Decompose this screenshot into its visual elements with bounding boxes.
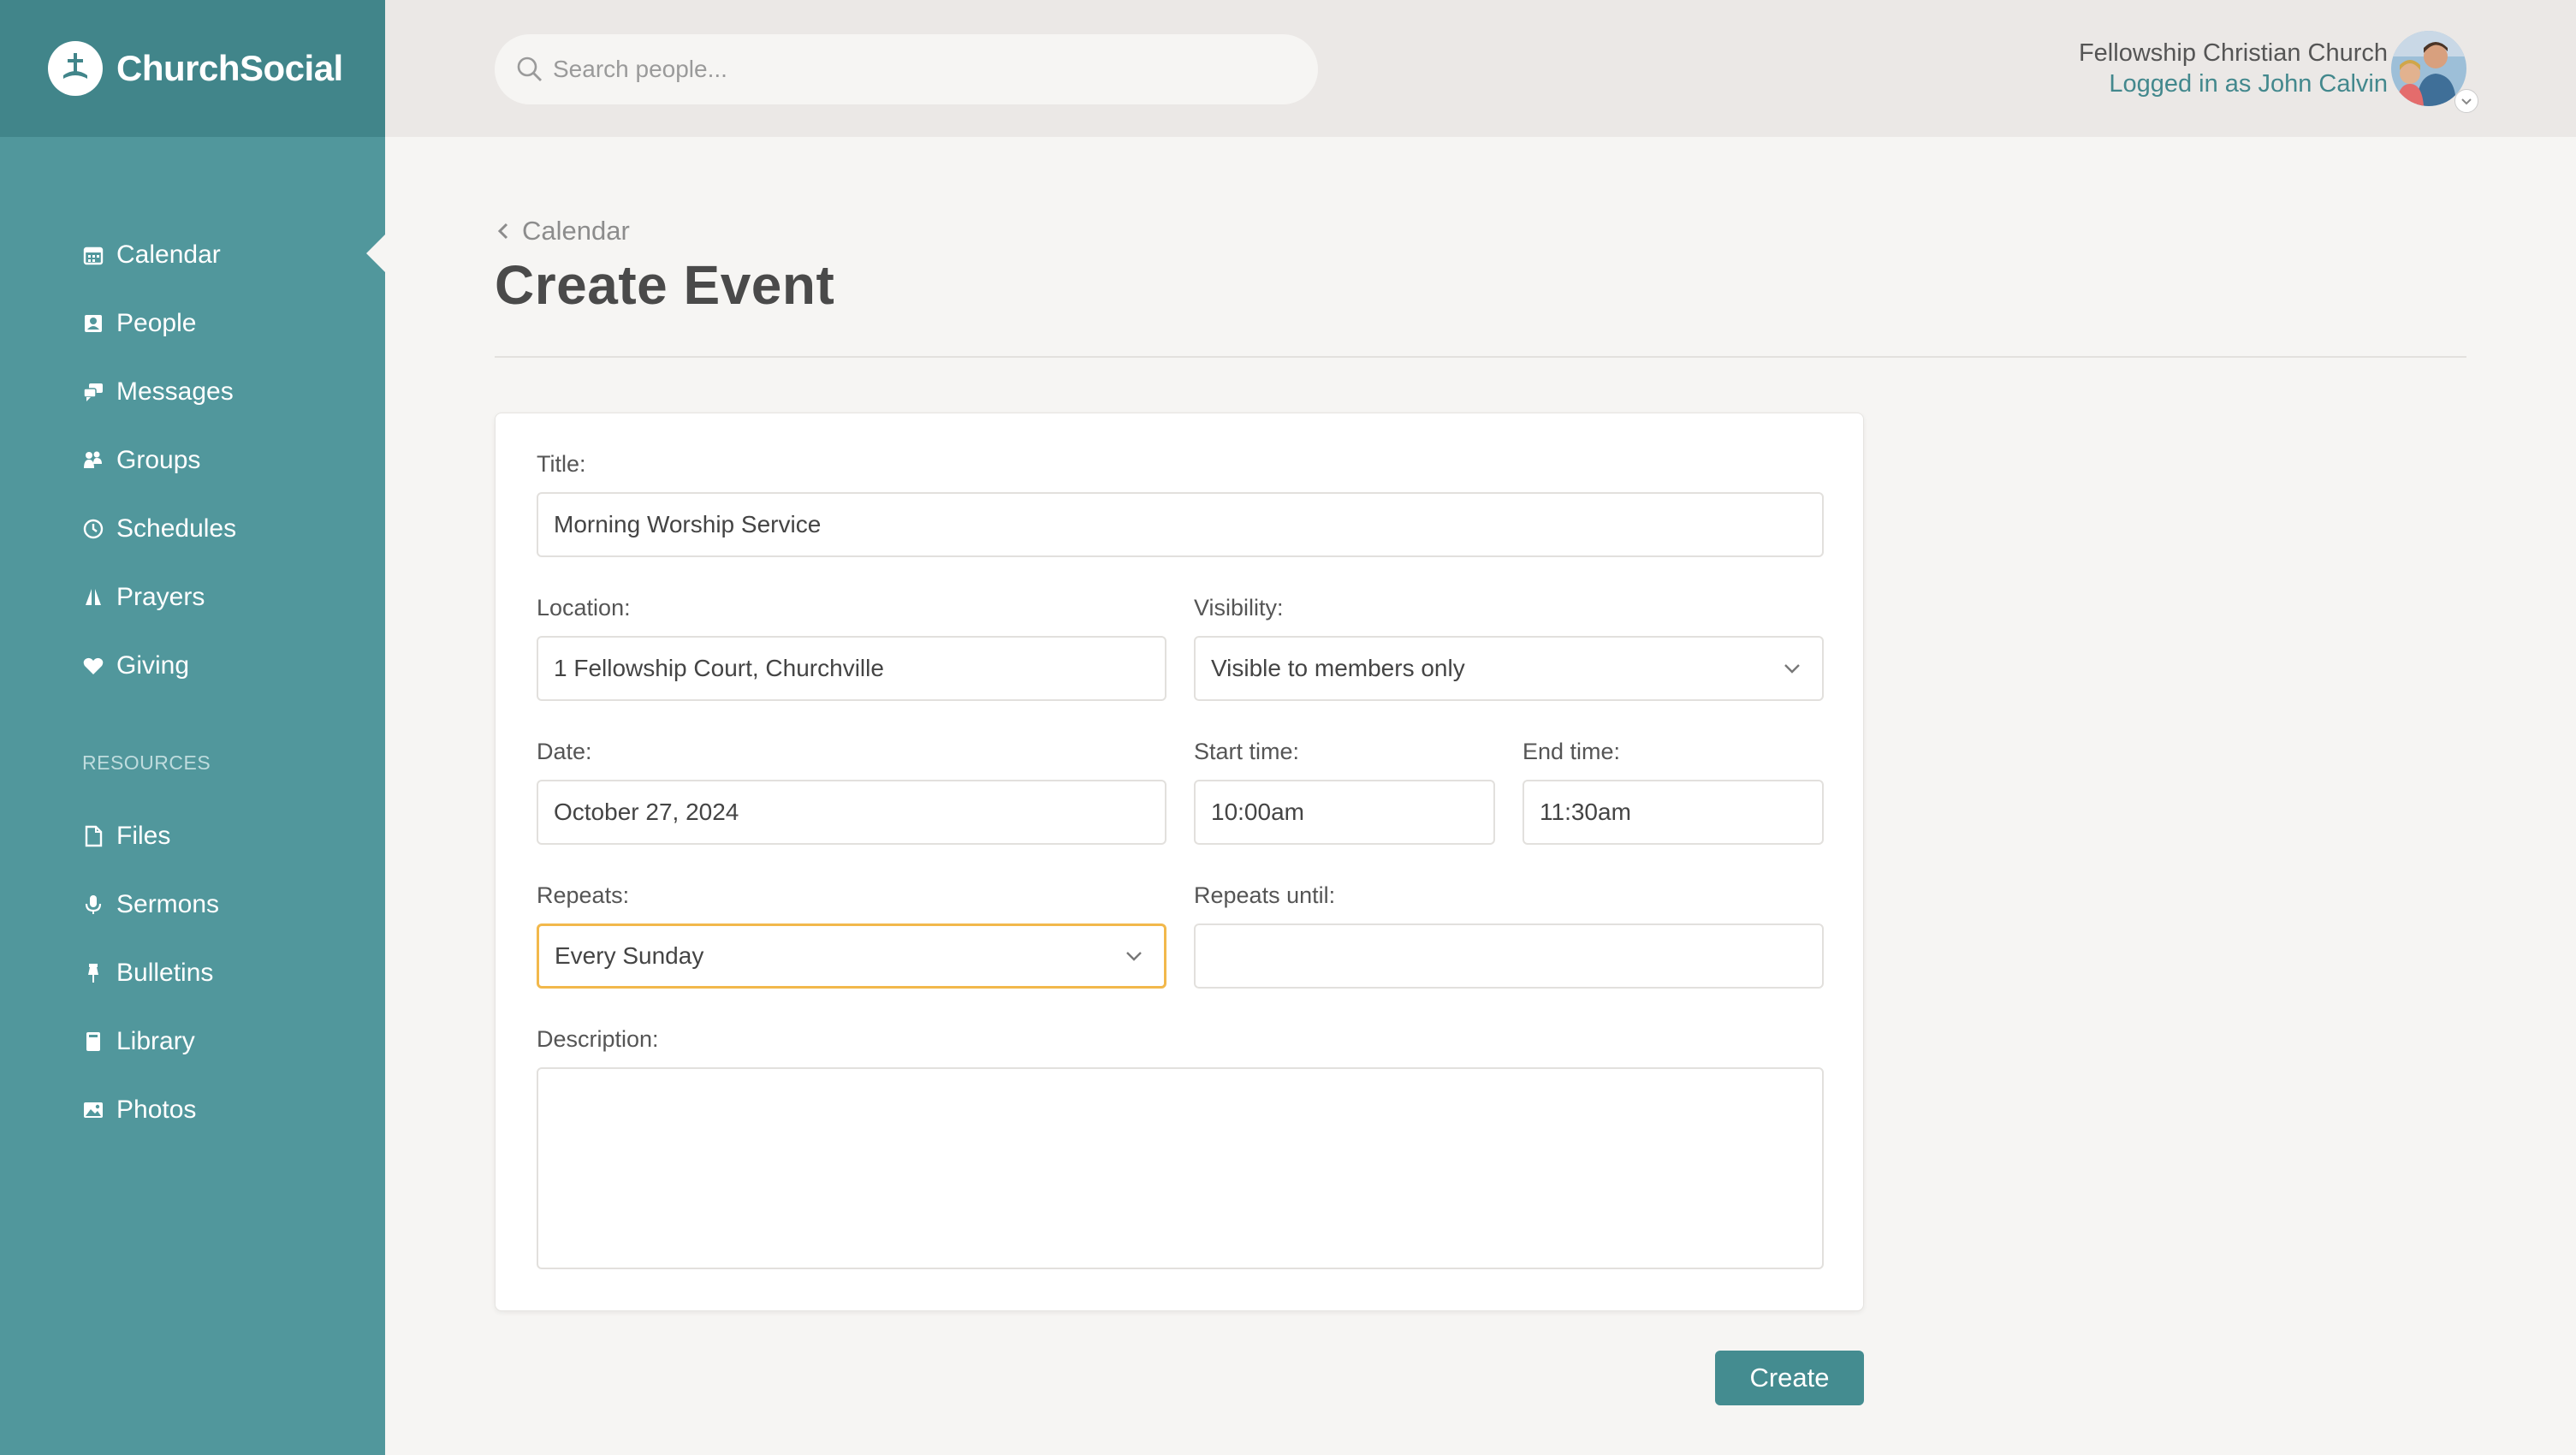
- main-nav: Calendar People Messages Groups Schedule…: [0, 221, 385, 700]
- start-time-field[interactable]: 10:00am: [1194, 780, 1495, 845]
- sidebar-item-label: Messages: [116, 377, 234, 406]
- calendar-icon: [83, 246, 104, 265]
- image-icon: [84, 1102, 103, 1118]
- repeats-select[interactable]: Every Sunday: [537, 923, 1166, 989]
- description-label: Description:: [537, 1026, 659, 1052]
- end-time-field[interactable]: 11:30am: [1522, 780, 1824, 845]
- sidebar-item-label: Sermons: [116, 890, 220, 918]
- file-icon: [85, 825, 103, 847]
- account-info: Fellowship Christian Church Logged in as…: [2079, 38, 2388, 99]
- chevron-left-icon: [497, 223, 508, 240]
- praying-hands-icon: [86, 589, 101, 605]
- sidebar-item-calendar[interactable]: Calendar: [0, 221, 385, 289]
- sidebar-item-bulletins[interactable]: Bulletins: [0, 939, 385, 1007]
- sidebar-item-photos[interactable]: Photos: [0, 1076, 385, 1144]
- chevron-down-icon[interactable]: [2454, 89, 2478, 113]
- top-header: Fellowship Christian Church Logged in as…: [385, 0, 2576, 137]
- search-input[interactable]: [553, 56, 1289, 83]
- search-icon: [517, 56, 542, 81]
- resources-nav: Files Sermons Bulletins Library Photos: [0, 802, 385, 1144]
- sidebar-item-label: Groups: [116, 446, 201, 474]
- page-title: Create Event: [495, 254, 835, 316]
- sidebar-item-label: Prayers: [116, 583, 205, 611]
- title-label: Title:: [537, 451, 586, 477]
- sidebar-item-schedules[interactable]: Schedules: [0, 495, 385, 563]
- create-button[interactable]: Create: [1715, 1351, 1864, 1405]
- sidebar-item-label: Calendar: [116, 241, 221, 269]
- sidebar-item-label: Library: [116, 1027, 195, 1055]
- contact-card-icon: [85, 315, 102, 332]
- sidebar-item-sermons[interactable]: Sermons: [0, 870, 385, 939]
- group-icon: [84, 451, 102, 468]
- title-field[interactable]: Morning Worship Service: [537, 492, 1824, 557]
- sidebar-item-giving[interactable]: Giving: [0, 632, 385, 700]
- sidebar-item-people[interactable]: People: [0, 289, 385, 358]
- logged-in-user-link[interactable]: Logged in as John Calvin: [2079, 68, 2388, 99]
- book-icon: [86, 1032, 100, 1051]
- divider: [495, 356, 2466, 358]
- sidebar-item-groups[interactable]: Groups: [0, 426, 385, 495]
- sidebar-item-files[interactable]: Files: [0, 802, 385, 870]
- visibility-value: Visible to members only: [1211, 655, 1465, 681]
- end-time-label: End time:: [1522, 739, 1621, 764]
- sidebar-item-label: Bulletins: [116, 959, 214, 987]
- church-cross-icon: [48, 41, 103, 96]
- breadcrumb[interactable]: Calendar: [495, 216, 630, 246]
- chat-bubbles-icon: [83, 383, 103, 401]
- sidebar-item-prayers[interactable]: Prayers: [0, 563, 385, 632]
- sidebar-item-label: People: [116, 309, 197, 337]
- sidebar-item-label: Files: [116, 822, 171, 850]
- repeats-until-field[interactable]: [1194, 923, 1824, 989]
- resources-heading: RESOURCES: [82, 751, 211, 774]
- pushpin-icon: [88, 964, 98, 983]
- repeats-until-label: Repeats until:: [1194, 882, 1336, 908]
- church-name: Fellowship Christian Church: [2078, 39, 2388, 67]
- location-field[interactable]: 1 Fellowship Court, Churchville: [537, 636, 1166, 701]
- search-bar[interactable]: [495, 34, 1318, 104]
- sidebar-item-messages[interactable]: Messages: [0, 358, 385, 426]
- description-textarea[interactable]: [537, 1067, 1824, 1269]
- sidebar-item-label: Schedules: [116, 514, 237, 543]
- clock-icon: [83, 519, 104, 539]
- start-time-label: Start time:: [1194, 739, 1300, 764]
- breadcrumb-label: Calendar: [522, 216, 630, 246]
- event-form-card: Title: Morning Worship Service Location:…: [495, 413, 1864, 1311]
- visibility-label: Visibility:: [1194, 595, 1284, 621]
- microphone-icon: [85, 895, 102, 914]
- repeats-label: Repeats:: [537, 882, 630, 908]
- brand[interactable]: ChurchSocial: [0, 0, 385, 137]
- chevron-down-icon: [1126, 952, 1142, 961]
- date-field[interactable]: October 27, 2024: [537, 780, 1166, 845]
- sidebar-item-library[interactable]: Library: [0, 1007, 385, 1076]
- active-nav-pointer: [366, 235, 385, 272]
- brand-name: ChurchSocial: [116, 48, 343, 88]
- date-label: Date:: [537, 739, 592, 764]
- sidebar: ChurchSocial Calendar People Messages Gr…: [0, 0, 385, 1455]
- sidebar-item-label: Giving: [116, 651, 190, 680]
- heart-icon: [83, 657, 104, 674]
- repeats-value: Every Sunday: [555, 942, 704, 969]
- location-label: Location:: [537, 595, 631, 621]
- visibility-select[interactable]: Visible to members only: [1194, 636, 1824, 701]
- chevron-down-icon: [1784, 664, 1800, 674]
- sidebar-item-label: Photos: [116, 1096, 197, 1124]
